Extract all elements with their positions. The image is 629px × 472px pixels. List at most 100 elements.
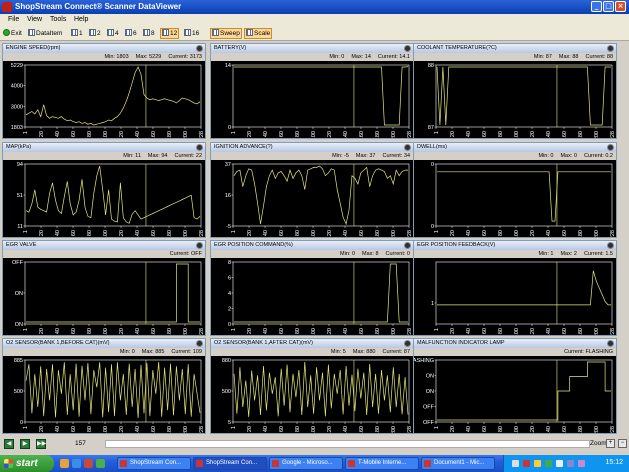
scale-button[interactable]: Scale [244,28,273,39]
messenger-tray-icon[interactable] [578,460,585,467]
graph-panel-o2-sensor-bank-1-after-cat-mv[interactable]: O2 SENSOR(BANK 1,AFTER CAT)(mV) Min: 5 Max… [210,338,414,434]
panel-title: DWELL(ms) [417,144,447,150]
graph-plot[interactable]: 3716-51 20 40 60 80 100 120 140 160 180 200 228 [211,160,413,237]
x-tick-label: 1 [23,230,29,233]
media-quicklaunch-icon[interactable] [84,459,93,468]
security-tray-icon[interactable] [523,460,530,467]
panel-close-icon[interactable] [196,144,203,151]
taskbar-task-1[interactable]: ShopStream Con... [117,457,191,470]
panel-min: Min: 0 [329,54,345,60]
graph-panel-ignition-advance[interactable]: IGNITION ADVANCE(?) Min: -5 Max: 37 Current… [210,142,414,238]
play-button[interactable]: ▶ [20,439,30,449]
graph-plot[interactable]: 001 20 40 60 80 100 120 140 160 180 200 228 [414,160,616,237]
layout-8-button[interactable]: 8 [142,28,156,39]
graph-plot[interactable]: 1401 20 40 60 80 100 120 140 160 180 200 228 [211,61,413,138]
graph-panel-map-kpa[interactable]: MAP(kPa) Min: 11 Max: 94 Current: 22 94 51 11 1… [2,142,206,238]
y-tick-label: 88 [428,63,434,69]
display-tray-icon[interactable] [567,460,574,467]
minimize-button[interactable]: _ [591,1,602,12]
graph-plot[interactable]: 88550001 20 40 60 80 100 120 140 160 180 200 228 [3,356,205,433]
menu-file[interactable]: File [8,16,19,23]
taskbar-task-3[interactable]: Google - Microso... [269,457,343,470]
taskbar-task-2[interactable]: ShopStream Con... [193,457,267,470]
layout-2-button[interactable]: 2 [88,28,102,39]
fast-forward-button[interactable]: ▶▶ [36,439,46,449]
graph-panel-coolant-temperature-c[interactable]: COOLANT TEMPERATURE(?C) Min: 87 Max: 88 Cur… [413,43,617,139]
x-tick-label: 228 [199,426,205,433]
explorer-quicklaunch-icon[interactable] [60,459,69,468]
sweep-button[interactable]: Sweep [210,28,242,39]
data-trace [233,165,408,226]
graph-plot[interactable]: 11 20 40 60 80 100 120 140 160 180 200 228 [414,258,616,335]
graph-plot[interactable]: 88871 20 40 60 80 100 120 140 160 180 200 228 [414,61,616,138]
panel-max: Max: 88 [558,54,579,60]
layout-16-button[interactable]: 16 [183,28,200,39]
x-tick-label: 40 [263,328,269,334]
zoom-out-button[interactable]: − [618,439,627,448]
x-tick-label: 40 [55,426,61,432]
x-tick-label: 160 [151,426,157,433]
layout-12-button[interactable]: 12 [160,28,180,39]
panel-close-icon[interactable] [607,144,614,151]
maximize-button[interactable]: □ [603,1,614,12]
network-tray-icon[interactable] [512,460,519,467]
panel-current: Current: 1.5 [583,251,613,257]
graph-plot[interactable]: 9451111 20 40 60 80 100 120 140 160 180 200 228 [3,160,205,237]
plot-frame [435,64,613,128]
panel-close-icon[interactable] [404,144,411,151]
graph-panel-o2-sensor-bank-1-before-cat-mv[interactable]: O2 SENSOR(BANK 1,BEFORE CAT)(mV) Min: 0 Ma… [2,338,206,434]
zoom-in-button[interactable]: + [606,439,615,448]
graph-panel-egr-position-feedback-v[interactable]: EGR POSITION FEEDBACK(V) Min: 1 Max: 2 Curr… [413,240,617,336]
layout-1-button[interactable]: 1 [70,28,84,39]
x-tick-label: 200 [594,131,600,138]
dataitem-button[interactable]: DataItem [27,28,63,39]
layout-6-button[interactable]: 6 [124,28,138,39]
graph-panel-dwell-ms[interactable]: DWELL(ms) Min: 0 Max: 0 Current: 0.2 0 0 1 20 40… [413,142,617,238]
menu-view[interactable]: View [27,16,42,23]
graph-plot[interactable]: 88050051 20 40 60 80 100 120 140 160 180 200 228 [211,356,413,433]
x-tick-label: 200 [183,328,189,335]
panel-close-icon[interactable] [196,340,203,347]
graph-plot[interactable]: 52294000300018031 20 40 60 80 100 120 140 160 180… [3,61,205,138]
menu-help[interactable]: Help [74,16,88,23]
x-tick-label: 60 [482,328,488,334]
x-tick-label: 40 [55,230,61,236]
x-tick-label: 80 [295,426,301,432]
panel-close-icon[interactable] [404,45,411,52]
graph-plot[interactable]: FLASHINGONONOFFOFF1204060801001201401601… [414,356,616,433]
panel-close-icon[interactable] [607,340,614,347]
graph-panel-battery-v[interactable]: BATTERY(V) Min: 0 Max: 14 Current: 14.1 14 0 1… [210,43,414,139]
exit-button[interactable]: Exit [2,28,23,39]
x-tick-label: 180 [375,426,381,433]
step-back-button[interactable]: ◀ [4,439,14,449]
taskbar-task-5[interactable]: Document1 - Mic... [421,457,495,470]
status-row: ◀ ▶ ▶▶ 157 Zoom: + − [0,437,629,451]
start-button[interactable]: start [0,455,54,472]
panel-close-icon[interactable] [196,242,203,249]
volume-tray-icon[interactable] [556,460,563,467]
graph-panel-egr-position-command[interactable]: EGR POSITION COMMAND(%) Min: 0 Max: 8 Curre… [210,240,414,336]
graph-panel-malfunction-indicator-lamp[interactable]: MALFUNCTION INDICATOR LAMP Current: FLASH… [413,338,617,434]
close-button[interactable]: × [615,1,626,12]
panel-close-icon[interactable] [196,45,203,52]
layout-4-button[interactable]: 4 [106,28,120,39]
menu-tools[interactable]: Tools [50,16,66,23]
panel-close-icon[interactable] [607,242,614,249]
app-tray-icon[interactable] [545,460,552,467]
graph-panel-engine-speed-rpm[interactable]: ENGINE SPEED(rpm) Min: 1803 Max: 5229 Curre… [2,43,206,139]
timeline-scrollbar[interactable] [105,440,590,448]
graph-plot[interactable]: 864201 20 40 60 80 100 120 140 160 180 200 228 [211,258,413,335]
graph-plot[interactable]: OFFONON1 20 40 60 80 100 120 140 160 180 200 228 [3,258,205,335]
task-app-icon [348,460,355,467]
y-tick-label: 5229 [11,63,23,69]
panel-close-icon[interactable] [607,45,614,52]
desktop-quicklaunch-icon[interactable] [96,459,105,468]
x-tick-label: 80 [87,131,93,137]
panel-close-icon[interactable] [404,242,411,249]
x-tick-label: 228 [610,328,616,335]
panel-close-icon[interactable] [404,340,411,347]
browser-quicklaunch-icon[interactable] [72,459,81,468]
alert-tray-icon[interactable] [534,460,541,467]
graph-panel-egr-valve[interactable]: EGR VALVE Current: OFF OFF ON ON 1 20 40 60 80 100… [2,240,206,336]
taskbar-task-4[interactable]: T-Mobile Interne... [345,457,419,470]
